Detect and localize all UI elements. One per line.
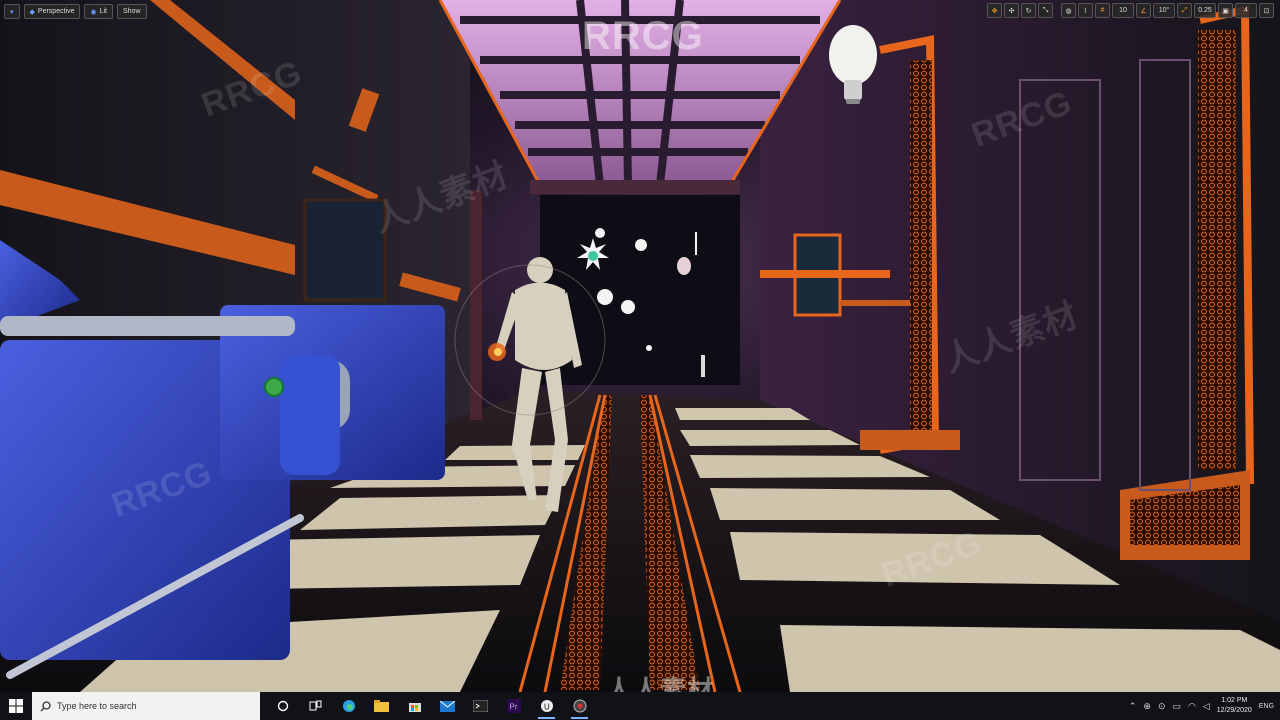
lit-button[interactable]: ◉ Lit bbox=[84, 4, 113, 19]
search-icon bbox=[40, 700, 51, 711]
wall-hex-panel bbox=[1198, 30, 1236, 470]
terminal-button[interactable] bbox=[464, 692, 497, 720]
taskbar-clock[interactable]: 1:02 PM 12/29/2020 bbox=[1217, 696, 1252, 716]
perspective-label: Perspective bbox=[37, 8, 75, 15]
svg-text:Pr: Pr bbox=[509, 703, 517, 712]
perspective-button[interactable]: ◆ Perspective bbox=[23, 4, 81, 19]
recorder-icon bbox=[573, 699, 586, 713]
rotation-snap-value[interactable]: 10° bbox=[1153, 3, 1175, 18]
grid-snap-value[interactable]: 10 bbox=[1112, 3, 1134, 18]
unreal-engine-button[interactable]: U bbox=[530, 692, 563, 720]
surface-snap-icon[interactable]: ⌇ bbox=[1078, 3, 1093, 18]
watermark-top: RRCG bbox=[582, 14, 704, 58]
network-icon[interactable]: ⊕ bbox=[1143, 701, 1151, 712]
taskbar: Type here to search Pr U ⌃ ⊕ ⊙ ▭ ◠ ◁ 1:0… bbox=[0, 692, 1280, 720]
viewport-options-button[interactable]: ▾ bbox=[4, 4, 20, 19]
taskbar-search-box[interactable]: Type here to search bbox=[32, 692, 260, 720]
clock-time: 1:02 PM bbox=[1221, 697, 1248, 704]
edge-icon bbox=[342, 700, 355, 712]
wifi-icon[interactable]: ◠ bbox=[1188, 701, 1196, 712]
lit-label: Lit bbox=[99, 8, 107, 15]
camera-speed-icon[interactable]: ▣ bbox=[1218, 3, 1233, 18]
scale-snap-icon[interactable]: ⤢ bbox=[1177, 3, 1192, 18]
level-viewport[interactable]: RRCG 人人素材 RRCG RRCG RRCG RRCG 人人素材 人人素材 … bbox=[0, 0, 1280, 692]
edge-button[interactable] bbox=[332, 692, 365, 720]
file-explorer-icon bbox=[374, 700, 389, 712]
viewport-transform-toolbar: ✥ ✣ ↻ ⤡ ◍ ⌇ # 10 ∠ 10° ⤢ 0.25 ▣ 4 ⊡ bbox=[987, 3, 1274, 18]
rotate-mode-icon[interactable]: ↻ bbox=[1021, 3, 1036, 18]
clock-date: 12/29/2020 bbox=[1216, 707, 1252, 714]
show-label: Show bbox=[123, 8, 141, 15]
cortana-button[interactable] bbox=[266, 692, 299, 720]
move-mode-icon[interactable]: ✣ bbox=[1004, 3, 1019, 18]
battery-icon[interactable]: ▭ bbox=[1172, 701, 1181, 712]
perspective-icon: ◆ bbox=[29, 8, 35, 16]
chevron-up-icon[interactable]: ⌃ bbox=[1129, 701, 1137, 712]
store-button[interactable] bbox=[398, 692, 431, 720]
task-view-icon bbox=[309, 700, 322, 711]
mail-icon bbox=[440, 700, 455, 712]
world-space-icon[interactable]: ◍ bbox=[1061, 3, 1076, 18]
mail-button[interactable] bbox=[431, 692, 464, 720]
store-icon bbox=[408, 703, 421, 712]
premiere-icon: Pr bbox=[506, 699, 521, 713]
scale-snap-value[interactable]: 0.25 bbox=[1194, 3, 1216, 18]
camera-speed-value[interactable]: 4 bbox=[1235, 3, 1257, 18]
grid-snap-icon[interactable]: # bbox=[1095, 3, 1110, 18]
volume-icon[interactable]: ◁ bbox=[1203, 701, 1210, 712]
view-mode-icon: ◉ bbox=[90, 8, 97, 16]
maximize-viewport-icon[interactable]: ⊡ bbox=[1259, 3, 1274, 18]
viewport-toolbar: ▾ ◆ Perspective ◉ Lit Show bbox=[4, 4, 147, 19]
watermark-bottom: 人人素材 bbox=[606, 675, 715, 692]
scale-mode-icon[interactable]: ⤡ bbox=[1038, 3, 1053, 18]
svg-text:U: U bbox=[544, 703, 550, 712]
premiere-button[interactable]: Pr bbox=[497, 692, 530, 720]
terminal-icon bbox=[473, 700, 488, 712]
chevron-down-icon: ▾ bbox=[10, 8, 14, 16]
start-button[interactable] bbox=[0, 692, 32, 720]
level-scene bbox=[0, 0, 1280, 692]
recorder-button[interactable] bbox=[563, 692, 596, 720]
windows-logo-icon bbox=[9, 699, 23, 713]
unreal-engine-icon: U bbox=[540, 700, 553, 712]
system-tray: ⌃ ⊕ ⊙ ▭ ◠ ◁ 1:02 PM 12/29/2020 ENG bbox=[1129, 692, 1280, 720]
microphone-icon[interactable]: ⊙ bbox=[1158, 701, 1166, 712]
file-explorer-button[interactable] bbox=[365, 692, 398, 720]
task-view-button[interactable] bbox=[299, 692, 332, 720]
show-button[interactable]: Show bbox=[117, 4, 147, 19]
rotation-snap-icon[interactable]: ∠ bbox=[1136, 3, 1151, 18]
select-mode-icon[interactable]: ✥ bbox=[987, 3, 1002, 18]
taskbar-apps: Pr U bbox=[266, 692, 596, 720]
cortana-icon bbox=[277, 700, 288, 712]
input-language[interactable]: ENG bbox=[1259, 703, 1274, 710]
search-placeholder: Type here to search bbox=[57, 701, 137, 711]
